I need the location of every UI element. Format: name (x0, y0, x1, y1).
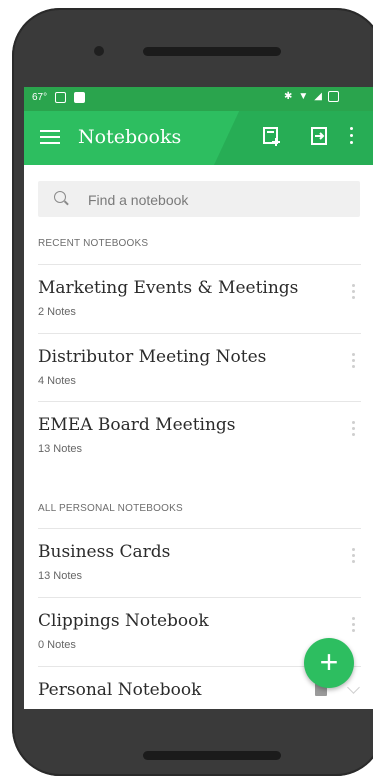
app-toolbar: Notebooks (24, 111, 373, 165)
more-options-icon[interactable] (352, 421, 356, 439)
notebook-row[interactable]: EMEA Board Meetings 13 Notes (24, 403, 373, 471)
camera-dot (94, 46, 104, 56)
wifi-icon: ▼ (298, 91, 309, 102)
notebook-name: Clippings Notebook (38, 611, 209, 631)
task-icon (74, 92, 86, 103)
bottom-speaker (143, 751, 281, 760)
search-bar[interactable] (38, 181, 360, 217)
add-icon: + (319, 644, 339, 680)
notebook-row[interactable]: Distributor Meeting Notes 4 Notes (24, 335, 373, 403)
notebook-name: Marketing Events & Meetings (38, 278, 299, 298)
notebook-count: 13 Notes (38, 443, 83, 455)
section-personal-notebooks: ALL PERSONAL NOTEBOOKS (38, 503, 183, 514)
more-options-icon[interactable] (352, 284, 356, 302)
divider (38, 333, 361, 334)
sync-icon[interactable] (308, 125, 330, 147)
divider (38, 401, 361, 402)
notebook-name: EMEA Board Meetings (38, 415, 236, 435)
search-input[interactable] (86, 189, 340, 211)
new-notebook-icon[interactable] (261, 125, 283, 147)
notebook-name: Personal Notebook (38, 680, 202, 700)
add-note-button[interactable]: + (304, 638, 354, 688)
notebook-row[interactable]: Business Cards 13 Notes (24, 530, 373, 598)
notification-icon (55, 92, 67, 103)
divider (38, 264, 361, 265)
temperature-text: 67° (32, 92, 48, 103)
overflow-menu-icon[interactable] (346, 127, 356, 149)
notebook-count: 2 Notes (38, 306, 76, 318)
more-options-icon[interactable] (352, 353, 356, 371)
menu-icon[interactable] (40, 130, 60, 144)
signal-icon: ◢ (314, 91, 322, 102)
battery-icon (328, 91, 339, 102)
page-title: Notebooks (78, 126, 182, 148)
top-speaker (143, 47, 281, 56)
notebook-count: 13 Notes (38, 570, 83, 582)
notebook-name: Business Cards (38, 542, 171, 562)
bluetooth-icon: ✱ (284, 91, 293, 102)
notebook-count: 4 Notes (38, 375, 76, 387)
app-screen: 67° ✱ ▼ ◢ Notebooks RECENT NOTEBOOKS Mar… (24, 87, 373, 709)
status-bar: 67° ✱ ▼ ◢ (24, 87, 373, 111)
divider (38, 528, 361, 529)
divider (38, 597, 361, 598)
notebook-count: 0 Notes (38, 639, 76, 651)
more-options-icon[interactable] (352, 617, 356, 635)
notebook-row[interactable]: Marketing Events & Meetings 2 Notes (24, 266, 373, 334)
notebook-name: Distributor Meeting Notes (38, 347, 267, 367)
search-icon (54, 191, 66, 203)
section-recent-notebooks: RECENT NOTEBOOKS (38, 238, 149, 249)
more-options-icon[interactable] (352, 548, 356, 566)
